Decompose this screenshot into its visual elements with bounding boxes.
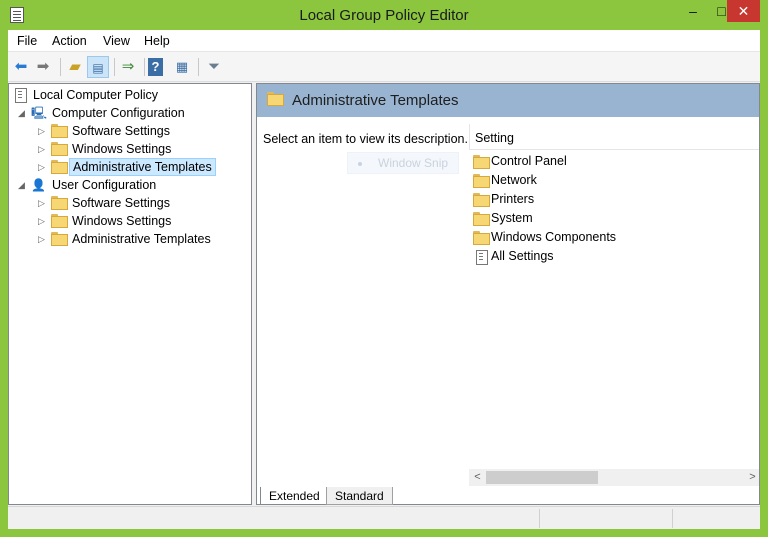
filter-icon[interactable]: ⏷ <box>203 56 225 78</box>
up-folder-icon[interactable]: ▰ <box>64 56 86 78</box>
list-item-windows-components[interactable]: Windows Components <box>469 228 759 247</box>
all-settings-icon <box>473 250 489 265</box>
folder-icon <box>473 212 490 226</box>
back-icon[interactable]: ⬅ <box>10 56 32 78</box>
list-item-label: Windows Components <box>491 230 617 244</box>
column-header-setting[interactable]: Setting <box>475 131 514 145</box>
computer-icon: 🖳 <box>31 106 48 120</box>
tree-item-label: Computer Configuration <box>52 106 185 120</box>
expand-arrow-icon[interactable]: ▷ <box>38 194 45 212</box>
folder-icon <box>51 160 68 174</box>
folder-icon <box>51 196 68 210</box>
tree-item-label: Local Computer Policy <box>33 88 159 102</box>
list-item-control-panel[interactable]: Control Panel <box>469 152 759 171</box>
user-icon: 👤 <box>31 178 46 192</box>
details-title: Administrative Templates <box>292 92 459 109</box>
close-button[interactable]: ✕ <box>727 0 760 22</box>
list-item-label: Control Panel <box>491 154 567 168</box>
window-title: Local Group Policy Editor <box>299 7 469 24</box>
list-header: Setting <box>469 124 759 150</box>
menu-file[interactable]: File <box>17 34 37 48</box>
scroll-right-icon[interactable]: > <box>744 469 759 486</box>
list-item-label: Printers <box>491 192 535 206</box>
scroll-left-icon[interactable]: < <box>469 469 486 486</box>
list-item-printers[interactable]: Printers <box>469 190 759 209</box>
ghost-label: Window Snip <box>378 156 449 170</box>
list-item-label: System <box>491 211 533 225</box>
menu-view[interactable]: View <box>103 34 130 48</box>
properties-icon[interactable]: ▦ <box>171 56 193 78</box>
title-bar[interactable]: Local Group Policy Editor – □ ✕ <box>0 0 768 30</box>
status-bar <box>8 506 760 529</box>
list-item-network[interactable]: Network <box>469 171 759 190</box>
navigation-tree: Local Computer Policy ◢ 🖳 Computer Confi… <box>8 83 252 505</box>
toolbar: ⬅ ➡ ▰ ▤ ⇒ ? ▦ ⏷ <box>8 52 760 82</box>
tree-item-label: Software Settings <box>72 196 170 210</box>
collapse-arrow-icon[interactable]: ◢ <box>18 176 25 194</box>
toolbar-separator <box>114 58 115 76</box>
folder-icon <box>267 92 284 106</box>
export-list-icon[interactable]: ⇒ <box>117 56 139 78</box>
status-divider <box>672 509 673 528</box>
status-divider <box>539 509 540 528</box>
expand-arrow-icon[interactable]: ▷ <box>38 212 45 230</box>
details-pane: Administrative Templates Select an item … <box>256 83 760 505</box>
tree-item-label: Administrative Templates <box>69 158 216 176</box>
minimize-button[interactable]: – <box>678 0 708 22</box>
folder-icon <box>473 174 490 188</box>
toolbar-separator <box>144 58 145 76</box>
toolbar-separator <box>60 58 61 76</box>
folder-icon <box>51 214 68 228</box>
tree-item-label: Administrative Templates <box>72 232 211 246</box>
folder-icon <box>51 124 68 138</box>
expand-arrow-icon[interactable]: ▷ <box>38 140 45 158</box>
list-item-system[interactable]: System <box>469 209 759 228</box>
list-item-label: All Settings <box>491 249 554 263</box>
tree-item-label: User Configuration <box>52 178 157 192</box>
folder-icon <box>51 142 68 156</box>
expand-arrow-icon[interactable]: ▷ <box>38 122 45 140</box>
menu-help[interactable]: Help <box>144 34 170 48</box>
folder-icon <box>473 193 490 207</box>
folder-icon <box>51 232 68 246</box>
tab-standard[interactable]: Standard <box>326 487 393 505</box>
client-area: File Action View Help ⬅ ➡ ▰ ▤ ⇒ ? ▦ ⏷ Lo <box>8 30 760 529</box>
menu-bar: File Action View Help <box>8 30 760 52</box>
description-text: Select an item to view its description. <box>263 132 468 146</box>
tree-item-label: Windows Settings <box>72 214 172 228</box>
folder-icon <box>473 231 490 245</box>
horizontal-scrollbar[interactable]: < > <box>469 469 759 486</box>
window-snip-ghost: Window Snip <box>347 152 459 174</box>
tab-extended[interactable]: Extended <box>260 487 329 505</box>
details-header: Administrative Templates <box>257 84 759 117</box>
settings-list: Setting Control Panel Network Printers S… <box>469 124 759 477</box>
policy-document-icon <box>12 88 28 103</box>
tree-item-label: Software Settings <box>72 124 170 138</box>
list-item-label: Network <box>491 173 537 187</box>
help-icon[interactable]: ? <box>148 58 163 76</box>
application-window: Local Group Policy Editor – □ ✕ File Act… <box>0 0 768 537</box>
show-hide-tree-icon[interactable]: ▤ <box>87 56 109 78</box>
expand-arrow-icon[interactable]: ▷ <box>38 230 45 248</box>
collapse-arrow-icon[interactable]: ◢ <box>18 104 25 122</box>
toolbar-separator <box>198 58 199 76</box>
folder-icon <box>473 155 490 169</box>
tree-item-label: Windows Settings <box>72 142 172 156</box>
scrollbar-thumb[interactable] <box>486 471 598 484</box>
view-tabs: Extended Standard <box>256 487 760 505</box>
menu-action[interactable]: Action <box>52 34 87 48</box>
expand-arrow-icon[interactable]: ▷ <box>38 158 45 176</box>
forward-icon[interactable]: ➡ <box>32 56 54 78</box>
list-item-all-settings[interactable]: All Settings <box>469 247 759 266</box>
